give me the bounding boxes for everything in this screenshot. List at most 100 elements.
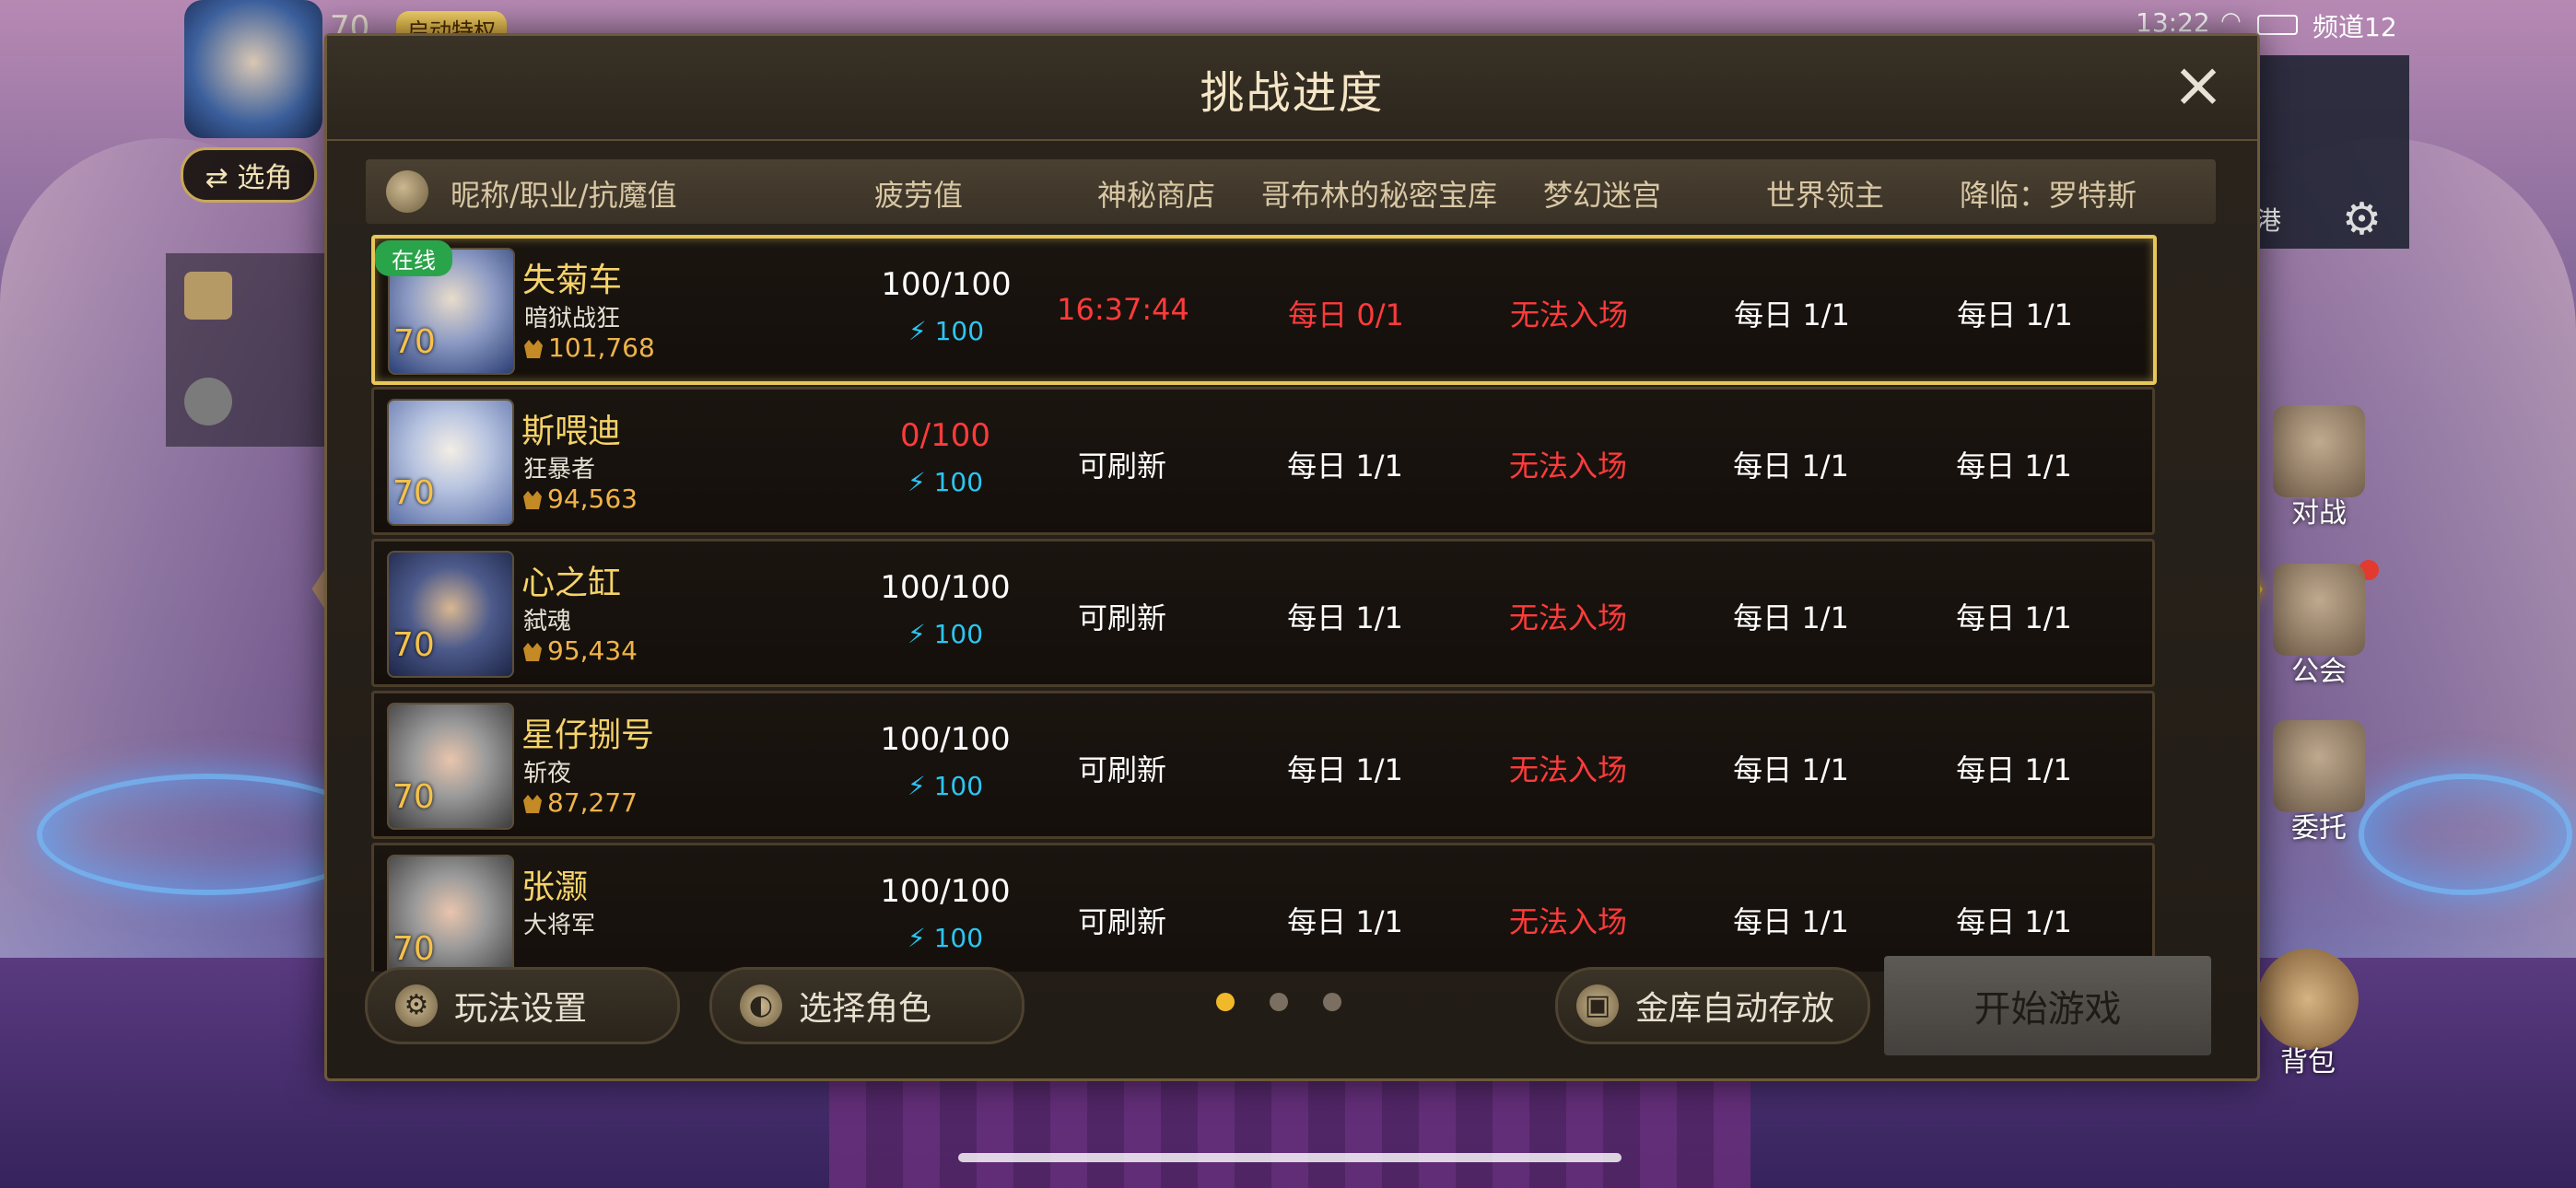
lightning-icon: ⚡ [907, 923, 926, 953]
shop-status: 可刷新 [1077, 600, 1166, 635]
maze-status: 无法入场 [1508, 904, 1627, 939]
goblin-status: 每日 1/1 [1287, 904, 1403, 939]
goblin-status: 每日 0/1 [1288, 297, 1404, 332]
page-dot-3[interactable] [1323, 993, 1341, 1011]
power-icon [523, 643, 542, 661]
energy-number: 100 [933, 771, 984, 801]
shop-status: 可刷新 [1077, 448, 1166, 483]
character-name: 斯喂迪 [521, 413, 622, 450]
energy-value: ⚡ 100 [853, 467, 1037, 497]
panel-title: 挑战进度 [1200, 67, 1385, 119]
bag-icon [2257, 949, 2359, 1050]
lightning-icon: ⚡ [907, 619, 926, 649]
col-rotes: 降临：罗特斯 [1959, 178, 2137, 213]
lord-status: 每日 1/1 [1733, 752, 1849, 787]
character-job: 狂暴者 [523, 456, 596, 483]
maze-status: 无法入场 [1509, 297, 1628, 332]
energy-number: 100 [933, 923, 984, 953]
goblin-status: 每日 1/1 [1287, 448, 1403, 483]
character-row[interactable]: 70 张灏 大将军 100/100 ⚡ 100 可刷新 每日 1/1 无法入场 … [371, 843, 2155, 972]
home-indicator[interactable] [958, 1153, 1622, 1162]
lord-status: 每日 1/1 [1734, 297, 1850, 332]
shop-status: 16:37:44 [1057, 292, 1189, 327]
sword-icon [2273, 405, 2365, 497]
power-icon [523, 795, 542, 813]
col-nickname: 昵称/职业/抗魔值 [451, 178, 677, 213]
character-list[interactable]: 在线 70 失菊车 暗狱战狂 101,768 100/100 ⚡ 100 16:… [371, 235, 2205, 972]
wifi-icon: ◠ [2220, 7, 2242, 35]
character-row[interactable]: 70 斯喂迪 狂暴者 94,563 0/100 ⚡ 100 可刷新 每日 1/1… [371, 387, 2155, 535]
challenge-progress-panel: 挑战进度 × 昵称/职业/抗魔值 疲劳值 神秘商店 哥布林的秘密宝库 梦幻迷宫 … [324, 33, 2260, 1081]
rotes-status: 每日 1/1 [1956, 448, 2072, 483]
rotes-status: 每日 1/1 [1956, 752, 2072, 787]
character-name: 失菊车 [522, 262, 623, 299]
channel-label: 频道12 [2313, 12, 2397, 42]
bag-label: 背包 [2280, 1046, 2336, 1078]
power-icon [524, 340, 543, 358]
character-power: 87,277 [523, 787, 638, 818]
col-fatigue: 疲劳值 [873, 178, 964, 213]
menu-battle[interactable]: 对战 [2268, 405, 2370, 530]
switch-role-button[interactable]: ⇄ 选角 [181, 147, 317, 203]
start-game-button[interactable]: 开始游戏 [1884, 956, 2211, 1055]
select-role-button[interactable]: ◐ 选择角色 [709, 967, 1025, 1044]
panel-header: 挑战进度 × [327, 36, 2257, 141]
table-header: 昵称/职业/抗魔值 疲劳值 神秘商店 哥布林的秘密宝库 梦幻迷宫 世界领主 降临… [366, 159, 2216, 224]
energy-value: ⚡ 100 [853, 923, 1037, 953]
character-level: 70 [392, 778, 435, 816]
character-job: 弑魂 [523, 608, 572, 635]
page-dot-2[interactable] [1270, 993, 1288, 1011]
menu-commission[interactable]: 委托 [2268, 720, 2370, 845]
lord-status: 每日 1/1 [1733, 600, 1849, 635]
select-role-label: 选择角色 [799, 990, 932, 1028]
auto-store-button[interactable]: ▣ 金库自动存放 [1555, 967, 1870, 1044]
character-level: 70 [393, 323, 436, 361]
side-quest-panel[interactable] [166, 253, 332, 447]
character-icon [386, 170, 428, 213]
character-level: 70 [392, 626, 435, 664]
energy-value: ⚡ 100 [854, 316, 1038, 346]
gear-icon[interactable]: ⚙ [2342, 193, 2382, 245]
character-job: 暗狱战狂 [524, 305, 621, 332]
energy-number: 100 [934, 316, 985, 346]
character-row[interactable]: 70 星仔捌号 斩夜 87,277 100/100 ⚡ 100 可刷新 每日 1… [371, 691, 2155, 839]
auto-store-label: 金库自动存放 [1635, 990, 1835, 1028]
guild-icon [2273, 564, 2365, 656]
character-power: 101,768 [524, 332, 655, 363]
menu-guild[interactable]: 公会 [2268, 564, 2370, 689]
close-button[interactable]: × [2171, 54, 2226, 117]
lightning-icon: ⚡ [907, 771, 926, 801]
character-level: 70 [392, 930, 435, 968]
gear-icon: ⚙ [395, 984, 438, 1027]
maze-status: 无法入场 [1508, 752, 1627, 787]
character-name: 心之缸 [521, 565, 622, 602]
scroll-icon [184, 272, 232, 320]
shop-status: 可刷新 [1077, 752, 1166, 787]
goblin-status: 每日 1/1 [1287, 600, 1403, 635]
energy-number: 100 [933, 467, 984, 497]
power-value: 95,434 [547, 635, 638, 666]
shop-status: 可刷新 [1077, 904, 1166, 939]
maze-status: 无法入场 [1508, 448, 1627, 483]
character-level: 70 [392, 474, 435, 512]
magic-circle-right [2359, 774, 2572, 895]
character-job: 斩夜 [523, 760, 572, 787]
character-row[interactable]: 在线 70 失菊车 暗狱战狂 101,768 100/100 ⚡ 100 16:… [371, 235, 2157, 385]
online-badge: 在线 [375, 240, 452, 276]
power-value: 87,277 [547, 787, 638, 818]
rotes-status: 每日 1/1 [1957, 297, 2073, 332]
lightning-icon: ⚡ [907, 316, 927, 346]
character-row[interactable]: 70 心之缸 弑魂 95,434 100/100 ⚡ 100 可刷新 每日 1/… [371, 539, 2155, 687]
fatigue-value: 100/100 [880, 873, 1011, 910]
lord-status: 每日 1/1 [1733, 448, 1849, 483]
bag-button[interactable]: 背包 [2257, 949, 2359, 1079]
gameplay-settings-button[interactable]: ⚙ 玩法设置 [365, 967, 680, 1044]
energy-number: 100 [933, 619, 984, 649]
page-dot-1[interactable] [1216, 993, 1235, 1011]
energy-value: ⚡ 100 [853, 771, 1037, 801]
col-mystery-shop: 神秘商店 [1096, 178, 1216, 213]
col-dream-maze: 梦幻迷宫 [1542, 178, 1662, 213]
vault-icon: ▣ [1576, 984, 1619, 1027]
player-avatar[interactable] [184, 0, 322, 138]
col-goblin-vault: 哥布林的秘密宝库 [1260, 178, 1498, 213]
